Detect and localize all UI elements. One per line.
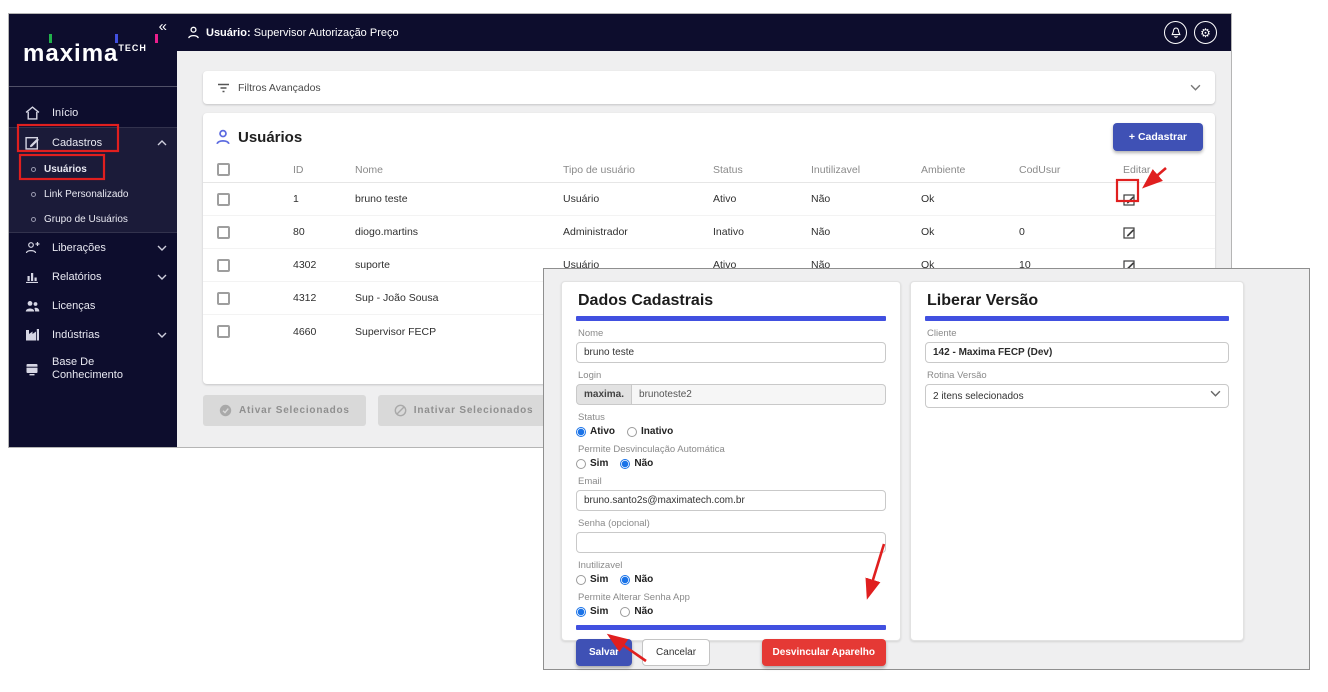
chevron-down-icon xyxy=(157,274,167,280)
bullet-icon xyxy=(31,192,36,197)
row-checkbox[interactable] xyxy=(217,325,230,338)
dados-cadastrais-card: Dados Cadastrais Nome bruno teste Login … xyxy=(561,281,901,666)
bullet-icon xyxy=(31,167,36,172)
filters-bar[interactable]: Filtros Avançados xyxy=(203,71,1215,104)
logo-tick-blue xyxy=(115,34,118,43)
desvinculacao-label: Permite Desvinculação Automática xyxy=(578,444,725,455)
desvinculacao-nao-radio[interactable]: Não xyxy=(620,458,653,469)
table-row: 1 bruno teste Usuário Ativo Não Ok xyxy=(203,183,1215,216)
email-label: Email xyxy=(578,476,602,487)
chevron-down-icon xyxy=(1210,390,1221,397)
liberar-versao-card: Liberar Versão Cliente 142 - Maxima FECP… xyxy=(910,281,1244,641)
inutilizavel-sim-radio[interactable]: Sim xyxy=(576,574,608,585)
email-field[interactable]: bruno.santo2s@maximatech.com.br xyxy=(576,490,886,511)
rotina-versao-label: Rotina Versão xyxy=(927,370,987,381)
cliente-label: Cliente xyxy=(927,328,957,339)
user-icon xyxy=(215,129,231,145)
sidebar-item-licencas[interactable]: Licenças xyxy=(9,291,177,320)
title-accent-bar xyxy=(576,316,886,321)
edit-square-icon xyxy=(25,135,40,150)
save-button[interactable]: Salvar xyxy=(576,639,633,666)
inutilizavel-nao-radio[interactable]: Não xyxy=(620,574,653,585)
sidebar: « maximaTECH Início Cadastros Usuários L… xyxy=(9,14,177,447)
sidebar-item-grupo-de-usuarios[interactable]: Grupo de Usuários xyxy=(9,207,177,232)
user-icon xyxy=(187,26,200,39)
slash-circle-icon xyxy=(394,404,407,417)
activate-selected-button[interactable]: Ativar Selecionados xyxy=(203,395,366,426)
row-checkbox[interactable] xyxy=(217,225,230,239)
table-header: ID Nome Tipo de usuário Status Inutiliza… xyxy=(203,157,1215,183)
alterar-senha-nao-radio[interactable]: Não xyxy=(620,606,653,617)
home-icon xyxy=(25,105,40,120)
table-row: 80 diogo.martins Administrador Inativo N… xyxy=(203,216,1215,249)
desvinculacao-sim-radio[interactable]: Sim xyxy=(576,458,608,469)
sidebar-item-link-personalizado[interactable]: Link Personalizado xyxy=(9,182,177,207)
logo: maximaTECH xyxy=(23,34,158,68)
sidebar-item-industrias[interactable]: Indústrias xyxy=(9,320,177,349)
edit-row-icon[interactable] xyxy=(1123,193,1215,206)
status-ativo-radio[interactable]: Ativo xyxy=(576,426,615,437)
chevron-down-icon xyxy=(157,245,167,251)
users-card-title: Usuários xyxy=(215,129,302,146)
senha-field[interactable] xyxy=(576,532,886,553)
logo-tick-green xyxy=(49,34,52,43)
check-circle-icon xyxy=(219,404,232,417)
login-label: Login xyxy=(578,370,602,381)
sidebar-item-inicio[interactable]: Início xyxy=(9,98,177,127)
chevron-up-icon xyxy=(157,139,167,146)
settings-gear-icon[interactable]: ⚙ xyxy=(1194,21,1217,44)
status-label: Status xyxy=(578,412,605,423)
nome-label: Nome xyxy=(578,328,604,339)
factory-icon xyxy=(25,327,40,342)
senha-label: Senha (opcional) xyxy=(578,518,650,529)
nome-field[interactable]: bruno teste xyxy=(576,342,886,363)
alterar-senha-label: Permite Alterar Senha App xyxy=(578,592,690,603)
cliente-field[interactable]: 142 - Maxima FECP (Dev) xyxy=(925,342,1229,363)
user-label-prefix: Usuário: xyxy=(206,26,251,39)
edit-user-modal: Dados Cadastrais Nome bruno teste Login … xyxy=(543,268,1310,670)
notifications-bell-icon[interactable] xyxy=(1164,21,1187,44)
chevron-down-icon[interactable] xyxy=(1190,84,1201,91)
filters-title: Filtros Avançados xyxy=(238,81,321,94)
logo-tick-pink xyxy=(155,34,158,43)
status-inativo-radio[interactable]: Inativo xyxy=(627,426,673,437)
login-prefix: maxima. xyxy=(576,384,633,405)
people-icon xyxy=(25,298,40,313)
sidebar-item-base-de-conhecimento[interactable]: Base De Conhecimento xyxy=(9,349,177,389)
row-checkbox[interactable] xyxy=(217,258,230,272)
sidebar-divider xyxy=(9,86,177,87)
bullet-icon xyxy=(31,217,36,222)
cancel-button[interactable]: Cancelar xyxy=(642,639,711,666)
topbar: Usuário: Supervisor Autorização Preço ⚙ xyxy=(9,14,1231,51)
row-checkbox[interactable] xyxy=(217,291,230,305)
person-plus-icon xyxy=(25,240,40,255)
unlink-device-button[interactable]: Desvincular Aparelho xyxy=(761,639,886,666)
filter-icon xyxy=(217,83,230,93)
liberar-versao-title: Liberar Versão xyxy=(927,292,1039,309)
login-field[interactable]: brunoteste2 xyxy=(632,384,886,405)
alterar-senha-sim-radio[interactable]: Sim xyxy=(576,606,608,617)
sidebar-item-usuarios[interactable]: Usuários xyxy=(9,157,177,182)
inutilizavel-label: Inutilizavel xyxy=(578,560,623,571)
sidebar-collapse-icon[interactable]: « xyxy=(159,18,167,35)
add-user-button[interactable]: + Cadastrar xyxy=(1112,123,1203,151)
logo-sub-text: TECH xyxy=(118,43,147,53)
title-accent-bar xyxy=(925,316,1229,321)
book-icon xyxy=(25,362,40,377)
rotina-versao-select[interactable]: 2 itens selecionados xyxy=(925,384,1229,408)
select-all-checkbox[interactable] xyxy=(217,163,230,176)
logo-text: maxima xyxy=(23,40,119,67)
chevron-down-icon xyxy=(157,332,167,338)
sidebar-item-relatorios[interactable]: Relatórios xyxy=(9,262,177,291)
sidebar-item-liberacoes[interactable]: Liberações xyxy=(9,233,177,262)
user-label-name: Supervisor Autorização Preço xyxy=(253,26,399,39)
deactivate-selected-button[interactable]: Inativar Selecionados xyxy=(377,395,550,426)
dados-cadastrais-title: Dados Cadastrais xyxy=(578,292,714,309)
topbar-user: Usuário: Supervisor Autorização Preço xyxy=(187,26,399,39)
footer-accent-bar xyxy=(576,625,886,630)
row-checkbox[interactable] xyxy=(217,192,230,206)
sidebar-item-cadastros[interactable]: Cadastros xyxy=(9,128,177,157)
edit-row-icon[interactable] xyxy=(1123,226,1215,239)
bar-chart-icon xyxy=(25,269,40,284)
